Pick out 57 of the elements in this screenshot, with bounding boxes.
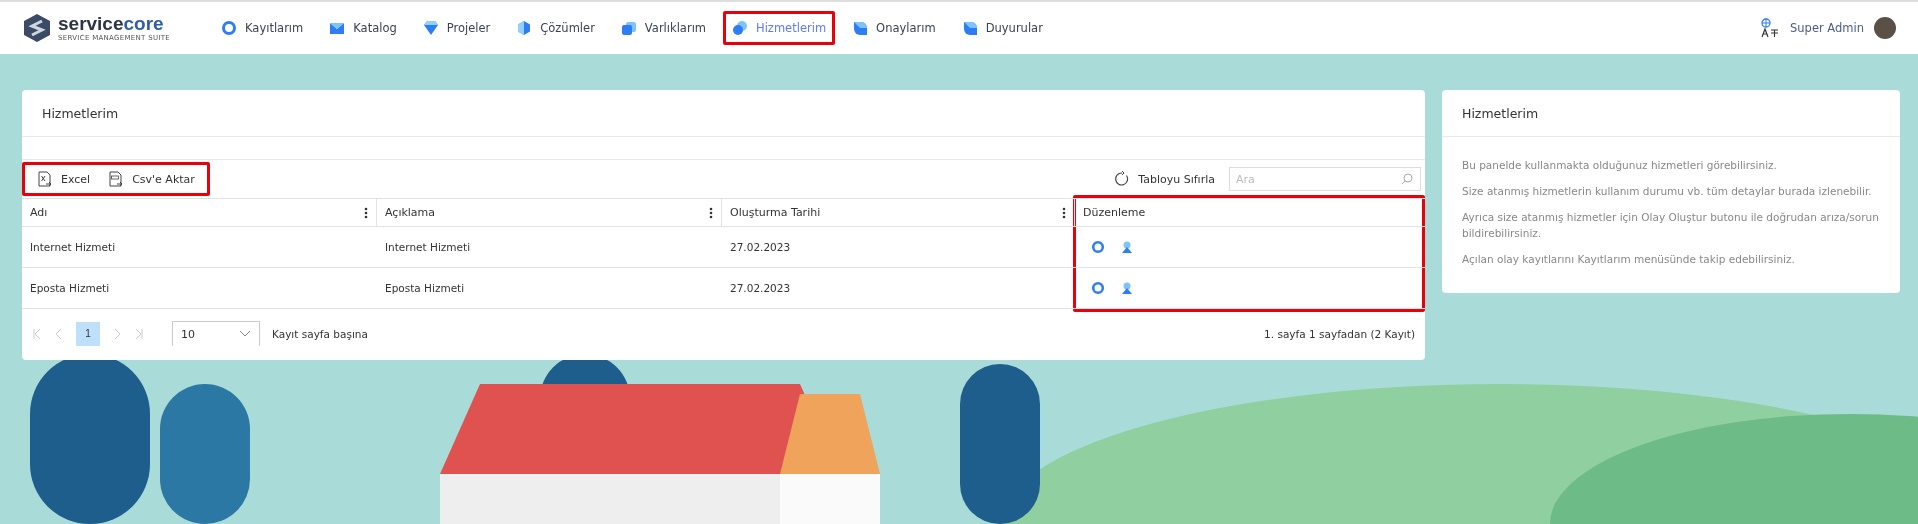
card-title: Hizmetlerim bbox=[1462, 105, 1539, 121]
nav-item[interactable]: Kayıtlarım bbox=[212, 11, 313, 45]
nav-icon bbox=[620, 20, 637, 36]
page-size-dropdown[interactable]: 10 bbox=[172, 321, 260, 346]
person-icon[interactable] bbox=[1121, 241, 1133, 253]
table-cell-text: Eposta Hizmeti bbox=[384, 281, 466, 296]
file-export-icon bbox=[108, 171, 125, 187]
table-cell-text: 27.02.2023 bbox=[729, 281, 792, 296]
chevron-down-icon bbox=[239, 330, 251, 338]
kebab-menu-icon[interactable] bbox=[364, 206, 368, 219]
translate-icon[interactable] bbox=[1760, 18, 1780, 38]
excel-export-button[interactable]: Excel bbox=[31, 169, 97, 189]
column-header[interactable]: Oluşturma Tarihi bbox=[722, 199, 1075, 226]
nav-item[interactable]: Duyurular bbox=[952, 11, 1052, 45]
info-paragraph: Size atanmış hizmetlerin kullanım durumu vb. tüm detaylar burada izlenebilir. bbox=[1462, 184, 1873, 199]
table-cell-text: Internet Hizmeti bbox=[384, 240, 472, 255]
nav-icon bbox=[852, 20, 869, 36]
person-icon[interactable] bbox=[1121, 282, 1133, 294]
nav-item[interactable]: Katalog bbox=[320, 11, 406, 45]
file-export-icon bbox=[37, 171, 53, 187]
nav-item[interactable]: Çözümler bbox=[507, 11, 604, 45]
user-name[interactable]: Super Admin bbox=[1790, 21, 1864, 35]
kebab-menu-icon[interactable] bbox=[1062, 206, 1066, 219]
nav-icon bbox=[732, 20, 749, 36]
user-avatar[interactable] bbox=[1874, 17, 1896, 39]
page-button[interactable]: 1 bbox=[76, 321, 100, 346]
csv-export-button[interactable]: Csv'e Aktar bbox=[102, 169, 201, 189]
column-header[interactable]: Açıklama bbox=[377, 199, 722, 226]
nav-item[interactable]: Projeler bbox=[413, 11, 500, 45]
column-header[interactable]: Adı bbox=[22, 199, 377, 226]
kebab-menu-icon[interactable] bbox=[709, 206, 713, 219]
nav-item[interactable]: Varlıklarım bbox=[611, 11, 716, 45]
brand-name: servicecore bbox=[58, 14, 165, 34]
search-icon bbox=[1401, 173, 1413, 185]
refresh-icon bbox=[1114, 171, 1131, 187]
table-cell-text: 27.02.2023 bbox=[729, 240, 792, 255]
page-size-label: Kayıt sayfa başına bbox=[272, 327, 368, 340]
card-title: Hizmetlerim bbox=[42, 105, 119, 121]
logo-icon bbox=[22, 13, 52, 43]
column-header[interactable]: Düzenleme bbox=[1075, 199, 1425, 226]
nav-icon bbox=[329, 20, 346, 36]
nav-item[interactable]: Onaylarım bbox=[843, 11, 945, 45]
nav-icon bbox=[961, 20, 978, 36]
page-summary: 1. sayfa 1 sayfadan (2 Kayıt) bbox=[1264, 327, 1415, 340]
reset-table-button[interactable]: Tabloyu Sıfırla bbox=[1108, 169, 1221, 189]
nav-icon bbox=[221, 20, 237, 36]
nav-icon bbox=[422, 20, 439, 36]
info-paragraph: Ayrıca size atanmış hizmetler için Olay Oluştur butonu ile doğrudan arıza/sorun bildirebilirsiniz. bbox=[1462, 210, 1880, 241]
info-paragraph: Bu panelde kullanmakta olduğunuz hizmetleri görebilirsiniz. bbox=[1462, 158, 1778, 173]
search-field[interactable]: Ara bbox=[1229, 167, 1421, 191]
nav-icon bbox=[516, 20, 533, 36]
info-paragraph: Açılan olay kayıtlarını Kayıtlarım menüsünde takip edebilirsiniz. bbox=[1462, 252, 1796, 267]
nav-item[interactable]: Hizmetlerim bbox=[723, 11, 836, 45]
ring-icon[interactable] bbox=[1091, 281, 1105, 295]
ring-icon[interactable] bbox=[1091, 240, 1105, 254]
table-cell-text: Internet Hizmeti bbox=[29, 240, 117, 255]
table-cell-text: Eposta Hizmeti bbox=[29, 281, 111, 296]
